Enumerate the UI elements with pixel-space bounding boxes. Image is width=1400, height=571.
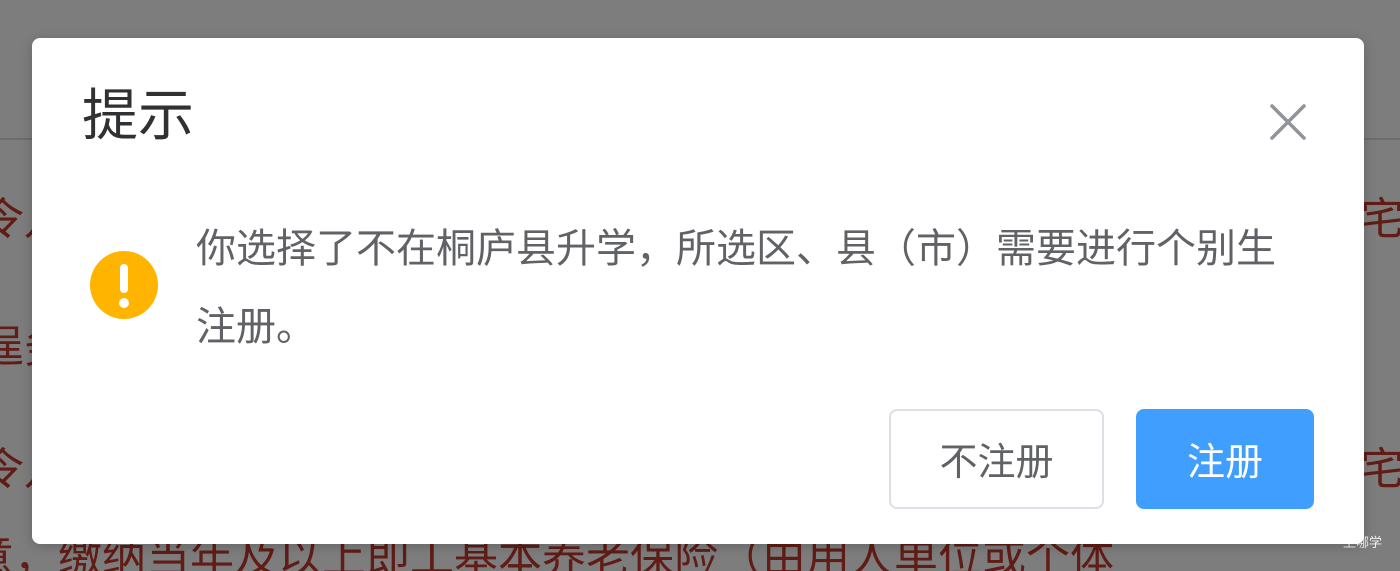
dialog-title: 提示 [82, 84, 194, 149]
close-button[interactable] [1266, 100, 1310, 144]
cancel-button[interactable]: 不注册 [889, 409, 1104, 509]
close-icon [1270, 104, 1306, 140]
dialog-message: 你选择了不在桐庐县升学，所选区、县（市）需要进行个别生注册。 [196, 226, 1276, 350]
warning-icon [89, 250, 159, 320]
message-box-dialog: 提示 你选择了不在桐庐县升学，所选区、县（市）需要进行个别生注册。 不注册 注册 [32, 38, 1364, 544]
confirm-button[interactable]: 注册 [1136, 409, 1314, 509]
screen: 令儿 逞务 令儿 意，缴纳当年及以上即工基本养老保险（由用人单位或个体 宅 宅 … [0, 0, 1400, 571]
